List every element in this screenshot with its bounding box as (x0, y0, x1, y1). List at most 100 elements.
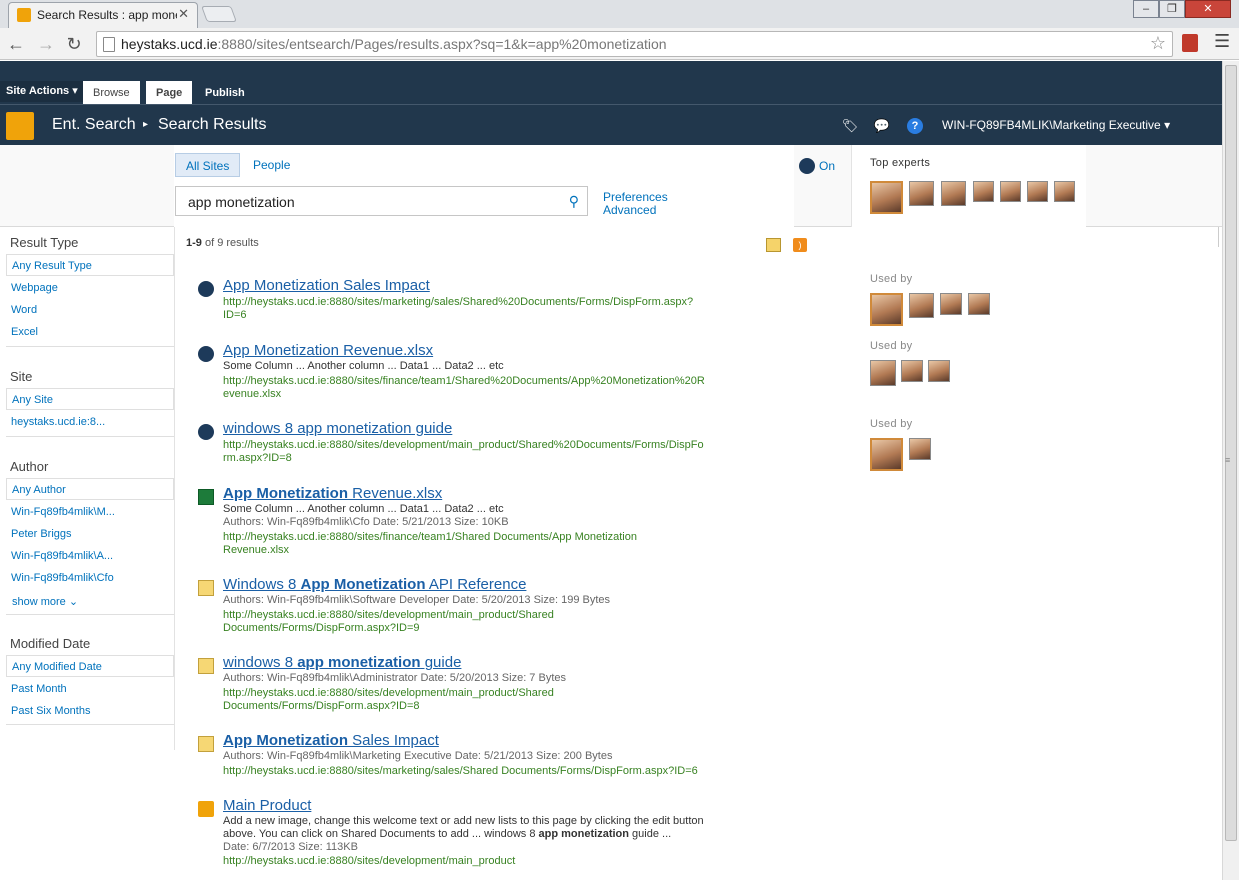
result-url: http://heystaks.ucd.ie:8880/sites/develo… (223, 855, 516, 867)
user-avatar[interactable] (928, 360, 950, 382)
show-more-link[interactable]: show more ⌄ (12, 595, 78, 608)
user-avatar[interactable] (940, 293, 962, 315)
tab-publish[interactable]: Publish (195, 81, 255, 104)
result-title[interactable]: App Monetization Sales Impact (223, 732, 439, 749)
refiner-title-site: Site (10, 369, 33, 384)
user-avatar[interactable] (901, 360, 923, 382)
chevron-down-icon: ⌄ (68, 596, 79, 608)
result-count: 1-9 of 9 results (186, 237, 259, 249)
used-by-label: Used by (870, 340, 913, 352)
top-experts-panel: Top experts (851, 145, 1086, 227)
help-icon[interactable]: ? (907, 118, 923, 134)
refiner-any-site[interactable]: Any Site (6, 388, 174, 410)
refiner-any-result-type[interactable]: Any Result Type (6, 254, 174, 276)
used-by-label: Used by (870, 273, 913, 285)
result-title[interactable]: App Monetization Revenue.xlsx (223, 342, 433, 359)
scrollbar-thumb[interactable] (1225, 65, 1237, 841)
reload-icon[interactable]: ↻ (62, 32, 86, 56)
forward-arrow-icon[interactable]: → (34, 32, 58, 56)
user-avatar[interactable] (909, 438, 931, 460)
refiner-past-month[interactable]: Past Month (11, 683, 67, 695)
expert-avatar[interactable] (1000, 181, 1021, 202)
extension-icon[interactable] (1182, 34, 1198, 52)
user-menu[interactable]: WIN-FQ89FB4MLIK\Marketing Executive ▾ (942, 118, 1170, 132)
refiner-divider (6, 436, 174, 437)
breadcrumb-site[interactable]: Ent. Search (52, 116, 136, 134)
minimize-button[interactable]: – (1133, 0, 1159, 18)
refiner-author-4[interactable]: Win-Fq89fb4mlik\Cfo (11, 572, 114, 584)
scroll-grip-icon: ≡ (1225, 455, 1231, 465)
user-avatar[interactable] (909, 293, 934, 318)
result-url: http://heystaks.ucd.ie:8880/sites/develo… (223, 687, 554, 712)
chrome-menu-icon[interactable]: ☰ (1214, 31, 1230, 52)
result-url: http://heystaks.ucd.ie:8880/sites/financ… (223, 531, 637, 556)
heystaks-toggle[interactable]: On (799, 157, 835, 175)
result-url: http://heystaks.ucd.ie:8880/sites/market… (223, 296, 694, 321)
expert-avatar[interactable] (941, 181, 966, 206)
tab-browse[interactable]: Browse (83, 81, 140, 104)
site-actions-menu[interactable]: Site Actions ▾ (0, 81, 85, 102)
result-meta: Authors: Win-Fq89fb4mlik\Administrator D… (223, 672, 566, 684)
scope-people[interactable]: People (243, 153, 300, 177)
page-scrollbar[interactable] (1222, 61, 1239, 880)
result-title[interactable]: Windows 8 App Monetization API Reference (223, 576, 526, 593)
rss-icon[interactable]: ) (793, 238, 807, 252)
tab-page[interactable]: Page (146, 81, 193, 104)
expert-avatar[interactable] (870, 181, 903, 214)
refiner-webpage[interactable]: Webpage (11, 282, 58, 294)
user-avatar[interactable] (968, 293, 990, 315)
used-by-label: Used by (870, 418, 913, 430)
refiner-site-heystaks[interactable]: heystaks.ucd.ie:8... (11, 416, 105, 428)
result-meta: Date: 6/7/2013 Size: 113KB (223, 841, 358, 853)
expert-avatar[interactable] (1054, 181, 1075, 202)
tab-title: Search Results : app mone (37, 8, 177, 22)
maximize-button[interactable]: ❐ (1159, 0, 1185, 18)
expert-avatar[interactable] (1027, 181, 1048, 202)
site-title-bar: Ent. Search ▸ Search Results 🏷 💬 ? WIN-F… (0, 104, 1222, 145)
alert-me-icon[interactable] (766, 238, 781, 252)
result-url: http://heystaks.ucd.ie:8880/sites/financ… (223, 375, 705, 400)
refiner-title-result-type: Result Type (10, 235, 79, 250)
refiner-any-modified-date[interactable]: Any Modified Date (6, 655, 174, 677)
result-title[interactable]: App Monetization Revenue.xlsx (223, 485, 442, 502)
heystaks-logo-icon (799, 157, 815, 174)
expert-avatar[interactable] (973, 181, 994, 202)
sharepoint-logo-icon[interactable] (6, 112, 34, 140)
result-title[interactable]: windows 8 app monetization guide (223, 654, 461, 671)
scope-all-sites[interactable]: All Sites (175, 153, 241, 177)
advanced-link[interactable]: Advanced (603, 203, 656, 217)
refiner-past-six-months[interactable]: Past Six Months (11, 705, 90, 717)
user-avatar[interactable] (870, 360, 896, 386)
result-title[interactable]: Main Product (223, 797, 311, 814)
refiner-excel[interactable]: Excel (11, 326, 38, 338)
refiner-author-2[interactable]: Peter Briggs (11, 528, 72, 540)
search-input[interactable] (186, 193, 556, 211)
refiner-any-author[interactable]: Any Author (6, 478, 174, 500)
search-magnifier-icon[interactable]: ⚲ (569, 193, 579, 210)
result-url: http://heystaks.ucd.ie:8880/sites/develo… (223, 609, 554, 634)
user-avatar[interactable] (870, 293, 903, 326)
refiner-author-1[interactable]: Win-Fq89fb4mlik\M... (11, 506, 115, 518)
address-bar[interactable]: heystaks.ucd.ie:8880/sites/entsearch/Pag… (96, 31, 1173, 57)
heystaks-result-icon (198, 281, 214, 297)
address-url[interactable]: heystaks.ucd.ie:8880/sites/entsearch/Pag… (121, 36, 667, 52)
user-avatar[interactable] (870, 438, 903, 471)
result-meta: Authors: Win-Fq89fb4mlik\Cfo Date: 5/21/… (223, 516, 509, 528)
tag-icon[interactable]: 🏷 (841, 117, 859, 135)
browser-tab[interactable]: Search Results : app mone ✕ (8, 2, 198, 28)
new-tab-button[interactable] (201, 6, 237, 22)
sharepoint-site-icon (198, 801, 214, 817)
refiner-word[interactable]: Word (11, 304, 37, 316)
result-title[interactable]: App Monetization Sales Impact (223, 277, 430, 294)
search-box[interactable]: ⚲ (175, 186, 588, 216)
notes-board-icon[interactable]: 💬 (873, 117, 891, 135)
bookmark-star-icon[interactable]: ☆ (1150, 33, 1166, 54)
expert-avatar[interactable] (909, 181, 934, 206)
back-arrow-icon[interactable]: ← (4, 32, 28, 56)
close-tab-icon[interactable]: ✕ (178, 6, 189, 22)
divider (1218, 227, 1219, 247)
refiner-author-3[interactable]: Win-Fq89fb4mlik\A... (11, 550, 113, 562)
result-title[interactable]: windows 8 app monetization guide (223, 420, 452, 437)
close-window-button[interactable]: ✕ (1185, 0, 1231, 18)
preferences-link[interactable]: Preferences (603, 190, 668, 204)
